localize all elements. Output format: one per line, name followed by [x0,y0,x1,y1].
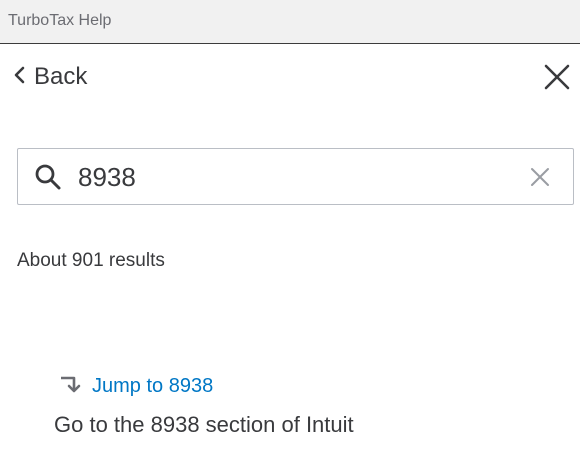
results-count: About 901 results [17,250,165,271]
back-label: Back [34,63,88,90]
search-box [17,148,574,205]
jump-link-text[interactable]: Jump to 8938 [92,375,213,398]
search-result-item: Jump to 8938 Go to the 8938 section of I… [54,372,554,438]
jump-link[interactable]: Jump to 8938 [54,372,554,400]
window-titlebar: TurboTax Help [0,0,580,44]
chevron-left-icon [12,66,34,89]
result-description: Go to the 8938 section of Intuit [54,412,354,437]
close-icon [542,64,572,96]
window-title: TurboTax Help [8,12,112,29]
jump-arrow-icon [54,372,92,401]
close-button[interactable] [542,62,572,92]
clear-icon[interactable] [528,165,552,189]
back-button[interactable]: Back [12,62,87,92]
search-input[interactable] [78,159,498,195]
search-icon [34,163,62,191]
